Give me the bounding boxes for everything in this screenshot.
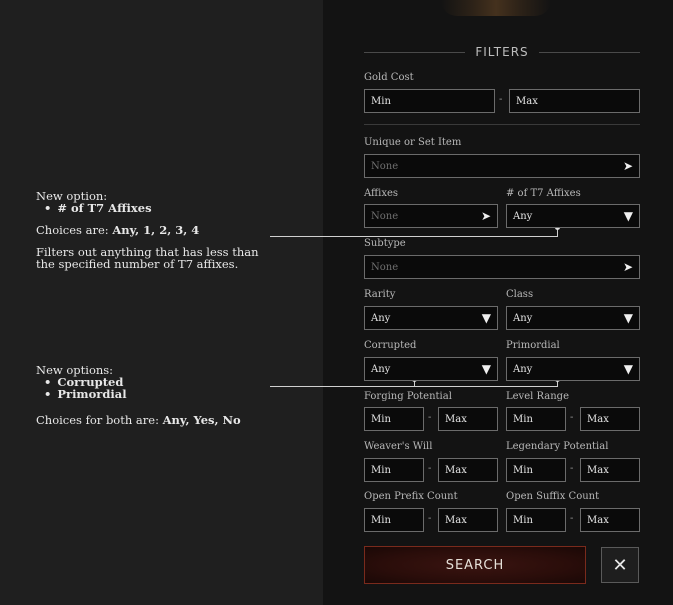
- gold-cost-separator: -: [499, 94, 503, 105]
- unique-set-label: Unique or Set Item: [364, 137, 462, 148]
- open-prefix-label: Open Prefix Count: [364, 491, 458, 502]
- affixes-select[interactable]: None ➤: [364, 204, 498, 228]
- divider: [364, 124, 640, 125]
- legendary-potential-separator: -: [570, 463, 574, 474]
- forging-potential-min-input[interactable]: Min: [364, 407, 424, 431]
- rarity-select[interactable]: Any ▼: [364, 306, 498, 330]
- top-ornament: [441, 0, 551, 16]
- class-label: Class: [506, 289, 534, 300]
- note-corrupted-choices: Choices for both are: Any, Yes, No: [36, 413, 241, 427]
- open-prefix-min-input[interactable]: Min: [364, 508, 424, 532]
- gold-cost-max-input[interactable]: Max: [509, 89, 640, 113]
- note-t7-choices: Choices are: Any, 1, 2, 3, 4: [36, 223, 200, 237]
- corrupted-label: Corrupted: [364, 340, 417, 351]
- open-suffix-max-input[interactable]: Max: [580, 508, 640, 532]
- weavers-will-min-input[interactable]: Min: [364, 458, 424, 482]
- primordial-label: Primordial: [506, 340, 560, 351]
- forging-potential-separator: -: [428, 412, 432, 423]
- note-corrupted-item2: Primordial: [44, 388, 241, 400]
- chevron-down-icon: ▼: [481, 362, 491, 376]
- level-range-max-input[interactable]: Max: [580, 407, 640, 431]
- chevron-right-icon: ➤: [480, 209, 491, 223]
- subtype-label: Subtype: [364, 238, 406, 249]
- level-range-label: Level Range: [506, 391, 569, 402]
- gold-cost-min-input[interactable]: Min: [364, 89, 495, 113]
- note-t7: New option: # of T7 Affixes Choices are:…: [36, 190, 259, 270]
- chevron-down-icon: ▼: [623, 209, 633, 223]
- annotation-panel: [0, 0, 323, 605]
- close-icon: ✕: [612, 554, 628, 576]
- t7-affixes-label: # of T7 Affixes: [506, 188, 581, 199]
- chevron-down-icon: ▼: [481, 311, 491, 325]
- open-suffix-separator: -: [570, 513, 574, 524]
- subtype-select[interactable]: None ➤: [364, 255, 640, 279]
- search-button[interactable]: SEARCH: [364, 546, 586, 584]
- legendary-potential-max-input[interactable]: Max: [580, 458, 640, 482]
- connector-t7: [270, 236, 558, 237]
- rarity-label: Rarity: [364, 289, 396, 300]
- open-suffix-label: Open Suffix Count: [506, 491, 600, 502]
- close-button[interactable]: ✕: [601, 547, 639, 583]
- chevron-down-icon: ▼: [623, 311, 633, 325]
- legendary-potential-label: Legendary Potential: [506, 441, 609, 452]
- forging-potential-label: Forging Potential: [364, 391, 452, 402]
- note-t7-item: # of T7 Affixes: [44, 202, 259, 214]
- class-select[interactable]: Any ▼: [506, 306, 640, 330]
- note-corrupted: New options: Corrupted Primordial Choice…: [36, 364, 241, 426]
- forging-potential-max-input[interactable]: Max: [438, 407, 498, 431]
- weavers-will-max-input[interactable]: Max: [438, 458, 498, 482]
- weavers-will-label: Weaver's Will: [364, 441, 433, 452]
- t7-affixes-select[interactable]: Any ▼: [506, 204, 640, 228]
- open-suffix-min-input[interactable]: Min: [506, 508, 566, 532]
- open-prefix-max-input[interactable]: Max: [438, 508, 498, 532]
- level-range-separator: -: [570, 412, 574, 423]
- chevron-right-icon: ➤: [622, 260, 633, 274]
- primordial-select[interactable]: Any ▼: [506, 357, 640, 381]
- gold-cost-label: Gold Cost: [364, 72, 414, 83]
- level-range-min-input[interactable]: Min: [506, 407, 566, 431]
- filters-header: FILTERS: [364, 44, 640, 60]
- chevron-right-icon: ➤: [622, 159, 633, 173]
- unique-set-select[interactable]: None ➤: [364, 154, 640, 178]
- chevron-down-icon: ▼: [623, 362, 633, 376]
- open-prefix-separator: -: [428, 513, 432, 524]
- weavers-will-separator: -: [428, 463, 432, 474]
- note-t7-desc2: the specified number of T7 affixes.: [36, 257, 239, 271]
- affixes-label: Affixes: [364, 188, 399, 199]
- corrupted-select[interactable]: Any ▼: [364, 357, 498, 381]
- legendary-potential-min-input[interactable]: Min: [506, 458, 566, 482]
- filters-title: FILTERS: [475, 45, 529, 59]
